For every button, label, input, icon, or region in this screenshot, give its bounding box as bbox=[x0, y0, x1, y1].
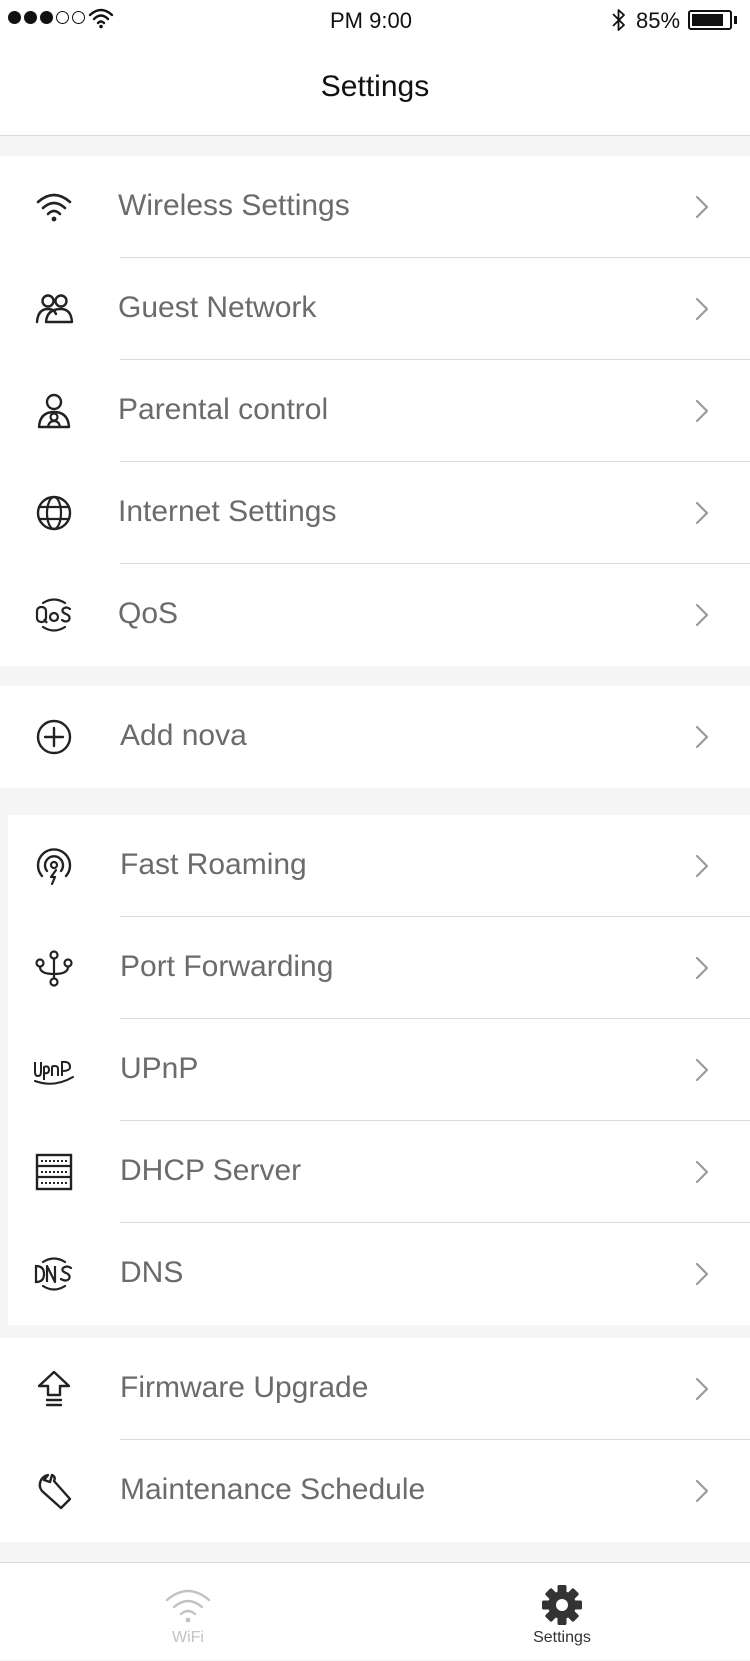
settings-group-nova: Add nova bbox=[0, 686, 750, 788]
parental-icon bbox=[34, 391, 74, 431]
chevron-right-icon bbox=[695, 956, 709, 980]
add-circle-icon bbox=[34, 717, 74, 757]
menu-item-label: UPnP bbox=[120, 1052, 199, 1085]
chevron-right-icon bbox=[695, 1262, 709, 1286]
chevron-right-icon bbox=[695, 195, 709, 219]
wrench-icon bbox=[34, 1471, 74, 1511]
tab-wifi[interactable]: WiFi bbox=[88, 1563, 288, 1661]
qos-icon bbox=[34, 595, 74, 635]
settings-group-advanced: Fast Roaming Port Forwarding UPnP DHCP S… bbox=[8, 815, 750, 1325]
upnp-icon bbox=[34, 1050, 74, 1090]
menu-item-maintenance-schedule[interactable]: Maintenance Schedule bbox=[0, 1440, 750, 1542]
wifi-icon bbox=[165, 1589, 211, 1623]
menu-item-label: Wireless Settings bbox=[118, 189, 350, 222]
battery-tip bbox=[734, 16, 737, 24]
battery-icon bbox=[688, 10, 732, 30]
menu-item-dhcp-server[interactable]: DHCP Server bbox=[8, 1121, 750, 1223]
tab-label: WiFi bbox=[172, 1629, 204, 1646]
menu-item-firmware-upgrade[interactable]: Firmware Upgrade bbox=[0, 1338, 750, 1440]
roaming-icon bbox=[34, 846, 74, 886]
menu-item-wireless-settings[interactable]: Wireless Settings bbox=[0, 156, 750, 258]
chevron-right-icon bbox=[695, 1160, 709, 1184]
menu-item-label: Maintenance Schedule bbox=[120, 1473, 426, 1506]
menu-item-label: Port Forwarding bbox=[120, 950, 334, 983]
menu-item-port-forwarding[interactable]: Port Forwarding bbox=[8, 917, 750, 1019]
menu-item-label: DHCP Server bbox=[120, 1154, 302, 1187]
tab-settings[interactable]: Settings bbox=[462, 1563, 662, 1661]
navigation-bar: Settings bbox=[0, 40, 750, 136]
chevron-right-icon bbox=[695, 1377, 709, 1401]
menu-item-fast-roaming[interactable]: Fast Roaming bbox=[8, 815, 750, 917]
settings-group-maintenance: Firmware Upgrade Maintenance Schedule bbox=[0, 1338, 750, 1542]
menu-item-label: QoS bbox=[118, 597, 179, 630]
menu-item-label: Firmware Upgrade bbox=[120, 1371, 369, 1404]
menu-item-label: Parental control bbox=[118, 393, 329, 426]
menu-item-guest-network[interactable]: Guest Network bbox=[0, 258, 750, 360]
chevron-right-icon bbox=[695, 603, 709, 627]
menu-item-label: Guest Network bbox=[118, 291, 317, 324]
dns-icon bbox=[34, 1254, 74, 1294]
chevron-right-icon bbox=[695, 501, 709, 525]
menu-item-add-nova[interactable]: Add nova bbox=[0, 686, 750, 788]
battery-percent: 85% bbox=[636, 8, 681, 33]
settings-group-network: Wireless Settings Guest Network Parental… bbox=[0, 156, 750, 666]
dhcp-server-icon bbox=[34, 1152, 74, 1192]
page-title: Settings bbox=[320, 70, 430, 103]
menu-item-label: Internet Settings bbox=[118, 495, 337, 528]
status-time: PM 9:00 bbox=[330, 8, 412, 33]
status-bar: PM 9:00 85% bbox=[0, 0, 750, 40]
status-wifi-icon bbox=[88, 8, 114, 29]
menu-item-parental-control[interactable]: Parental control bbox=[0, 360, 750, 462]
menu-item-label: Add nova bbox=[120, 719, 247, 752]
menu-item-dns[interactable]: DNS bbox=[8, 1223, 750, 1325]
menu-item-upnp[interactable]: UPnP bbox=[8, 1019, 750, 1121]
chevron-right-icon bbox=[695, 1479, 709, 1503]
tab-label: Settings bbox=[533, 1629, 591, 1646]
menu-item-internet-settings[interactable]: Internet Settings bbox=[0, 462, 750, 564]
menu-item-label: DNS bbox=[120, 1256, 184, 1289]
cellular-signal-icon bbox=[8, 11, 85, 24]
menu-item-qos[interactable]: QoS bbox=[0, 564, 750, 666]
chevron-right-icon bbox=[695, 399, 709, 423]
gear-icon bbox=[542, 1585, 582, 1625]
guests-icon bbox=[34, 289, 74, 329]
tab-bar: WiFi Settings bbox=[0, 1562, 750, 1660]
chevron-right-icon bbox=[695, 297, 709, 321]
wifi-icon bbox=[34, 187, 74, 227]
port-forwarding-icon bbox=[34, 948, 74, 988]
upgrade-icon bbox=[34, 1369, 74, 1409]
globe-icon bbox=[34, 493, 74, 533]
chevron-right-icon bbox=[695, 854, 709, 878]
chevron-right-icon bbox=[695, 1058, 709, 1082]
chevron-right-icon bbox=[695, 725, 709, 749]
menu-item-label: Fast Roaming bbox=[120, 848, 307, 881]
bluetooth-icon bbox=[612, 9, 625, 31]
